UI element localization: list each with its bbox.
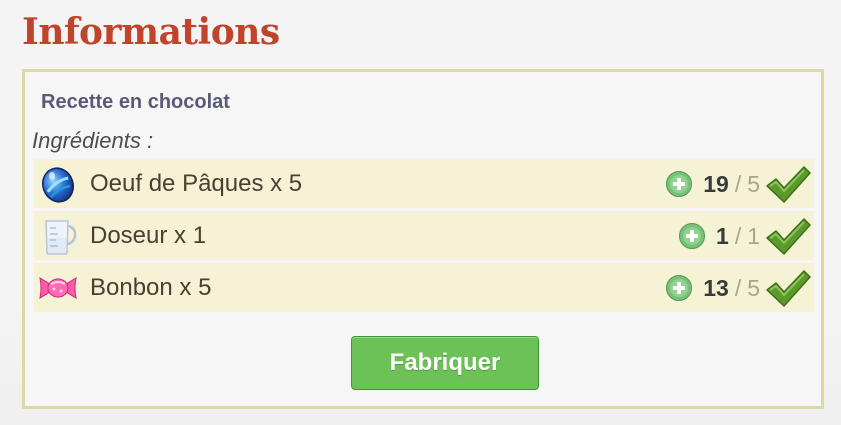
ingredient-quantity: 13 / 5 (665, 266, 812, 310)
recipe-name: Recette en chocolat (41, 91, 230, 113)
add-icon[interactable] (665, 274, 693, 302)
checkmark-icon (766, 270, 811, 307)
candy-icon (39, 276, 77, 300)
quantity-required: 5 (747, 170, 760, 197)
quantity-separator: / (734, 274, 742, 301)
craft-button[interactable]: Fabriquer (351, 336, 539, 390)
checkmark-icon (766, 166, 811, 203)
ingredient-row: Oeuf de Pâques x 5 19 / 5 (34, 159, 814, 208)
recipe-panel: Recette en chocolat Ingrédients : Oeuf d… (22, 69, 824, 409)
easter-egg-icon (42, 167, 74, 203)
ingredient-list: Oeuf de Pâques x 5 19 / 5 Doseur x 1 1 /… (34, 159, 814, 315)
add-icon[interactable] (678, 222, 706, 250)
ingredient-quantity: 19 / 5 (665, 162, 812, 206)
quantity-owned: 1 (716, 222, 729, 249)
ingredient-row: Bonbon x 5 13 / 5 (34, 263, 814, 312)
quantity-separator: / (734, 222, 742, 249)
ingredient-name: Doseur x 1 (90, 222, 207, 249)
quantity-owned: 13 (703, 274, 729, 301)
ingredient-name: Oeuf de Pâques x 5 (90, 170, 303, 197)
quantity-separator: / (734, 170, 742, 197)
quantity-required: 5 (747, 274, 760, 301)
add-icon[interactable] (665, 170, 693, 198)
quantity-owned: 19 (703, 170, 729, 197)
ingredients-label: Ingrédients : (32, 128, 154, 153)
checkmark-icon (766, 218, 811, 255)
measuring-cup-icon (45, 220, 77, 255)
quantity-required: 1 (747, 222, 760, 249)
ingredient-quantity: 1 / 1 (678, 214, 812, 258)
page-title: Informations (22, 11, 280, 53)
ingredient-name: Bonbon x 5 (90, 274, 212, 301)
ingredient-row: Doseur x 1 1 / 1 (34, 211, 814, 260)
